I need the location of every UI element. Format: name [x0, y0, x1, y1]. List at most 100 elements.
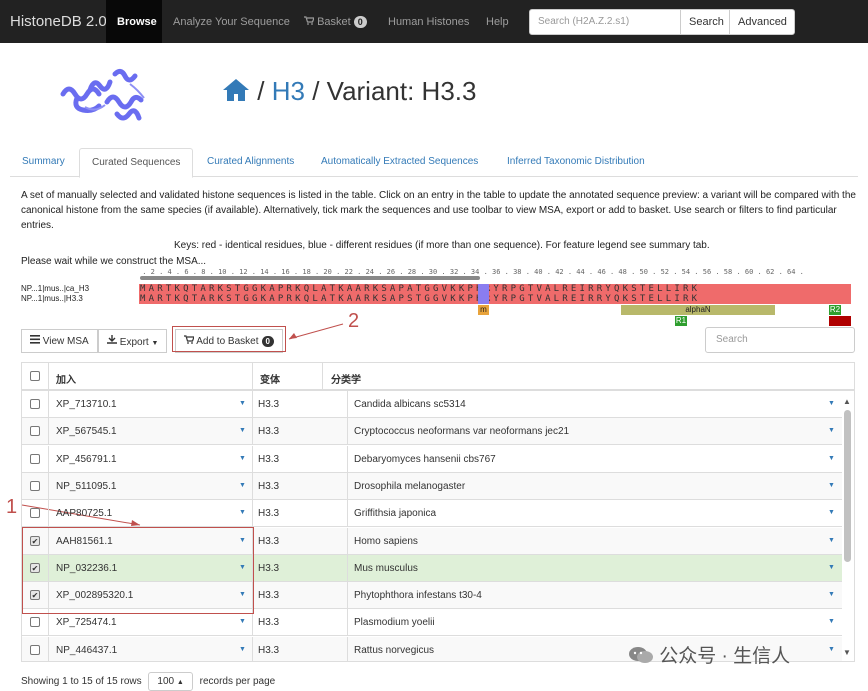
taxonomy-cell[interactable]: Debaryomyces hansenii cbs767 — [354, 454, 496, 465]
chevron-down-icon[interactable]: ▼ — [239, 400, 246, 407]
tab-curated-alignments[interactable]: Curated Alignments — [195, 148, 306, 177]
annotation-arrow-2 — [288, 323, 344, 340]
view-msa-button[interactable]: View MSA — [21, 329, 98, 353]
column-divider — [347, 391, 348, 418]
column-divider — [347, 554, 348, 582]
row-checkbox[interactable] — [30, 508, 40, 519]
chevron-down-icon[interactable]: ▼ — [828, 564, 835, 571]
nav-help[interactable]: Help — [486, 16, 509, 28]
home-icon[interactable] — [222, 78, 250, 109]
taxonomy-cell[interactable]: Homo sapiens — [354, 536, 418, 547]
column-divider — [347, 527, 348, 555]
nav-basket[interactable]: Basket 0 — [304, 16, 367, 28]
export-dropdown-button[interactable]: Export ▼ — [98, 329, 167, 353]
taxonomy-cell[interactable]: Candida albicans sc5314 — [354, 399, 466, 410]
accession-cell[interactable]: XP_567545.1 — [56, 426, 117, 437]
variant-cell: H3.3 — [258, 480, 280, 492]
row-checkbox[interactable] — [30, 617, 40, 628]
variant-cell: H3.3 — [258, 617, 280, 629]
taxonomy-cell[interactable]: Mus musculus — [354, 563, 418, 574]
table-scrollbar-thumb[interactable] — [844, 410, 851, 562]
accession-cell[interactable]: NP_511095.1 — [56, 481, 116, 492]
nav-browse[interactable]: Browse — [117, 16, 157, 28]
nav-advanced-button[interactable]: Advanced — [729, 9, 795, 35]
chevron-down-icon[interactable]: ▼ — [828, 537, 835, 544]
select-all-checkbox[interactable] — [30, 371, 40, 381]
column-header-taxonomy[interactable]: 分类学 — [331, 371, 361, 386]
chevron-down-icon[interactable]: ▼ — [828, 427, 835, 434]
nav-analyze[interactable]: Analyze Your Sequence — [173, 16, 290, 28]
column-divider — [252, 445, 253, 473]
variant-cell: H3.3 — [258, 562, 280, 574]
sequence-row: MARTKQTARKSTGGKAPRKQLATKAARKSAPSTGGVKKPH… — [139, 294, 851, 304]
accession-cell[interactable]: XP_456791.1 — [56, 454, 117, 465]
chevron-down-icon[interactable]: ▼ — [239, 509, 246, 516]
scroll-up-icon[interactable]: ▲ — [843, 397, 851, 406]
table-row[interactable]: NP_511095.1 ▼ H3.3 Drosophila melanogaster ▼ — [22, 472, 842, 500]
chevron-down-icon[interactable]: ▼ — [828, 455, 835, 462]
row-checkbox[interactable] — [30, 399, 40, 409]
histone-protein-logo — [60, 68, 145, 121]
tab-summary[interactable]: Summary — [10, 148, 77, 177]
accession-cell[interactable]: AAP80725.1 — [56, 508, 112, 519]
column-header-accession[interactable]: 加入 — [56, 371, 76, 386]
variant-cell: H3.3 — [258, 426, 280, 438]
column-divider — [347, 472, 348, 500]
sequence-horizontal-scrollbar[interactable] — [140, 276, 480, 280]
column-divider — [48, 363, 49, 391]
export-label: Export — [119, 337, 149, 348]
taxonomy-cell[interactable]: Drosophila melanogaster — [354, 481, 465, 492]
scroll-down-icon[interactable]: ▼ — [843, 648, 851, 657]
chevron-down-icon[interactable]: ▼ — [828, 646, 835, 653]
breadcrumb-h3-link[interactable]: H3 — [272, 76, 305, 106]
tab-auto-extracted-sequences[interactable]: Automatically Extracted Sequences — [309, 148, 490, 177]
chevron-down-icon[interactable]: ▼ — [239, 618, 246, 625]
row-checkbox[interactable] — [30, 644, 40, 655]
accession-cell[interactable]: NP_446437.1 — [56, 645, 117, 656]
column-divider — [347, 636, 348, 661]
nav-search-button[interactable]: Search — [680, 9, 730, 35]
brand-logo[interactable]: HistoneDB 2.0 — [10, 13, 107, 30]
breadcrumb-separator: / — [312, 76, 320, 106]
chevron-down-icon[interactable]: ▼ — [239, 427, 246, 434]
column-divider — [347, 582, 348, 610]
table-row[interactable]: XP_567545.1 ▼ H3.3 Cryptococcus neoformans … — [22, 418, 842, 446]
accession-cell[interactable]: XP_713710.1 — [56, 399, 117, 410]
accession-cell[interactable]: XP_725474.1 — [56, 617, 117, 628]
nav-human-histones[interactable]: Human Histones — [388, 16, 469, 28]
table-row[interactable]: XP_713710.1 ▼ H3.3 Candida albicans sc5314 ▼ — [22, 391, 842, 418]
table-search-input[interactable]: Search — [705, 327, 855, 353]
page-size-select[interactable]: 100 ▲ — [148, 672, 193, 691]
annotation-label-2: 2 — [348, 310, 360, 332]
chevron-down-icon[interactable]: ▼ — [828, 509, 835, 516]
taxonomy-cell[interactable]: Phytophthora infestans t30-4 — [354, 590, 482, 601]
taxonomy-cell[interactable]: Plasmodium yoelii — [354, 617, 435, 628]
chevron-down-icon[interactable]: ▼ — [828, 482, 835, 489]
column-divider — [347, 609, 348, 637]
chevron-down-icon[interactable]: ▼ — [828, 618, 835, 625]
cart-icon — [304, 16, 315, 25]
chevron-down-icon[interactable]: ▼ — [239, 455, 246, 462]
feature-m: m — [478, 305, 489, 315]
chevron-down-icon[interactable]: ▼ — [828, 591, 835, 598]
taxonomy-cell[interactable]: Rattus norvegicus — [354, 645, 434, 656]
table-row[interactable]: AAP80725.1 ▼ H3.3 Griffithsia japonica ▼ — [22, 500, 842, 528]
row-checkbox[interactable] — [30, 480, 40, 491]
table-header: 加入 变体 分类学 — [22, 363, 854, 391]
nav-search-input[interactable]: Search (H2A.Z.2.s1) — [529, 9, 681, 35]
tab-taxonomic-distribution[interactable]: Inferred Taxonomic Distribution — [495, 148, 657, 177]
taxonomy-cell[interactable]: Cryptococcus neoformans var neoformans j… — [354, 426, 569, 437]
table-row[interactable]: XP_456791.1 ▼ H3.3 Debaryomyces hansenii cb… — [22, 445, 842, 473]
row-checkbox[interactable] — [30, 453, 40, 464]
feature-red-block — [829, 316, 851, 326]
sequence-table: 加入 变体 分类学 XP_713710.1 ▼ H3.3 Candida albica… — [21, 362, 855, 662]
chevron-down-icon[interactable]: ▼ — [239, 646, 246, 653]
tab-curated-sequences[interactable]: Curated Sequences — [79, 148, 194, 178]
list-icon — [30, 335, 40, 344]
chevron-down-icon[interactable]: ▼ — [239, 482, 246, 489]
chevron-down-icon[interactable]: ▼ — [828, 400, 835, 407]
variant-title: Variant: H3.3 — [326, 76, 477, 106]
taxonomy-cell[interactable]: Griffithsia japonica — [354, 508, 436, 519]
row-checkbox[interactable] — [30, 426, 40, 437]
column-header-variant[interactable]: 变体 — [260, 371, 280, 386]
